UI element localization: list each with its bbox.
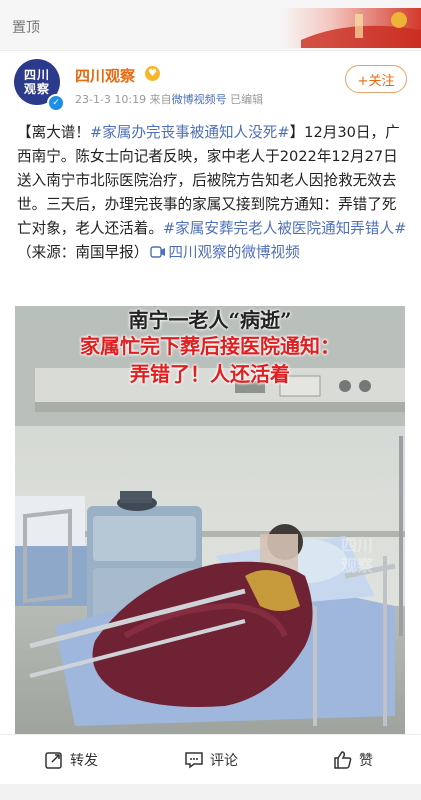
video-link-icon	[150, 246, 166, 258]
pinned-label: 置顶	[12, 20, 40, 36]
hashtag-link[interactable]: #家属办完丧事被通知人没死#	[90, 124, 290, 141]
weibo-post-card: 四川 观察 ✓ 四川观察 ♥ 23-1-3 10:19 来自微博视频号 已编辑 …	[0, 51, 421, 749]
avatar-text-line-1: 四川	[23, 68, 50, 82]
top-bar: 置顶	[0, 0, 421, 51]
video-link[interactable]: 四川观察的微博视频	[148, 244, 300, 261]
comment-icon	[185, 752, 203, 769]
hashtag-link[interactable]: #家属安葬完老人被医院通知弄错人#	[163, 220, 406, 237]
follow-button[interactable]: +关注	[345, 65, 407, 93]
edited-label: 已编辑	[230, 93, 264, 106]
post-timestamp: 23-1-3 10:19	[75, 93, 147, 106]
post-text-segment: 【离大谱！	[17, 124, 90, 141]
channel-watermark: 四川 观察	[341, 536, 373, 576]
video-caption-line-2: 弄错了！人还活着	[130, 362, 290, 386]
pinned-banner-image	[281, 8, 421, 48]
like-button[interactable]: 赞	[333, 735, 373, 785]
watermark-line-1: 四川	[341, 536, 374, 555]
comment-label: 评论	[210, 753, 238, 769]
action-bar: 转发 评论 赞	[0, 734, 421, 785]
comment-button[interactable]: 评论	[184, 735, 238, 785]
like-label: 赞	[359, 753, 373, 769]
video-caption-line-1: 家属忙完下葬后接医院通知：	[80, 334, 340, 358]
post-text: 【离大谱！#家属办完丧事被通知人没死#】12月30日，广西南宁。陈女士向记者反映…	[17, 121, 409, 265]
video-link-label: 四川观察的微博视频	[168, 244, 300, 261]
thumbs-up-icon	[334, 751, 352, 769]
repost-label: 转发	[70, 753, 98, 769]
video-caption-top: 南宁一老人“病逝”	[128, 308, 292, 332]
post-text-segment: （来源：南国早报）	[17, 244, 149, 261]
member-badge-icon: ♥	[145, 66, 160, 81]
avatar-text-line-2: 观察	[23, 82, 50, 96]
watermark-line-2: 观察	[341, 556, 374, 575]
post-meta: 23-1-3 10:19 来自微博视频号 已编辑	[75, 91, 263, 107]
repost-icon	[45, 752, 62, 769]
author-name[interactable]: 四川观察	[75, 65, 135, 86]
source-prefix: 来自	[149, 93, 172, 106]
repost-button[interactable]: 转发	[44, 735, 98, 785]
bottom-strip	[0, 784, 421, 800]
post-source-link[interactable]: 微博视频号	[172, 93, 227, 106]
verified-icon: ✓	[47, 94, 65, 112]
video-thumbnail[interactable]: 南宁一老人“病逝” 家属忙完下葬后接医院通知： 弄错了！人还活着 四川 观察	[15, 306, 405, 734]
